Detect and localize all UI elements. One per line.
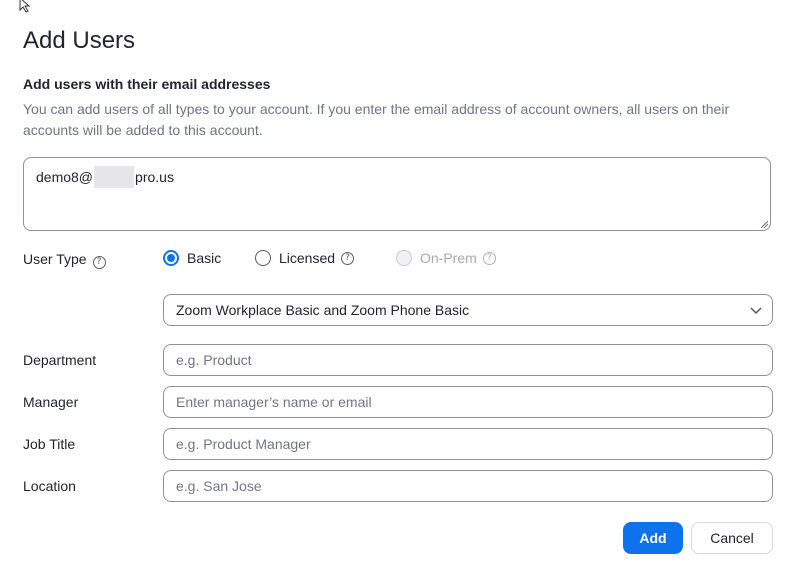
email-value-prefix: demo8@ bbox=[36, 169, 94, 185]
mouse-pointer-icon bbox=[19, 0, 31, 13]
email-value-suffix: pro.us bbox=[135, 169, 174, 185]
question-circle-icon[interactable]: ? bbox=[482, 251, 496, 265]
manager-label: Manager bbox=[23, 394, 79, 410]
question-circle-icon[interactable]: ? bbox=[341, 251, 355, 265]
plan-select[interactable]: Zoom Workplace Basic and Zoom Phone Basi… bbox=[163, 294, 773, 326]
radio-licensed-control[interactable] bbox=[255, 250, 271, 266]
user-type-label: User Type bbox=[23, 251, 87, 267]
radio-onprem: On-Prem ? bbox=[396, 250, 496, 266]
location-input[interactable] bbox=[163, 470, 773, 502]
redacted-block bbox=[94, 166, 135, 188]
chevron-down-icon bbox=[750, 307, 762, 315]
plan-select-value: Zoom Workplace Basic and Zoom Phone Basi… bbox=[176, 302, 470, 318]
add-button[interactable]: Add bbox=[623, 522, 683, 554]
dialog-description: You can add users of all types to your a… bbox=[23, 101, 730, 138]
dialog-title: Add Users bbox=[23, 27, 136, 54]
radio-basic[interactable]: Basic bbox=[163, 250, 221, 266]
resize-handle-icon[interactable] bbox=[760, 220, 768, 228]
radio-onprem-label: On-Prem bbox=[420, 250, 477, 266]
radio-onprem-control bbox=[396, 250, 412, 266]
department-input[interactable] bbox=[163, 344, 773, 376]
radio-basic-control[interactable] bbox=[163, 250, 179, 266]
radio-licensed[interactable]: Licensed ? bbox=[255, 250, 355, 266]
radio-basic-label: Basic bbox=[187, 250, 222, 266]
job-title-label: Job Title bbox=[23, 436, 76, 452]
cancel-button[interactable]: Cancel bbox=[691, 522, 773, 554]
location-label: Location bbox=[23, 478, 76, 494]
manager-input[interactable] bbox=[163, 386, 773, 418]
radio-licensed-label: Licensed bbox=[279, 250, 336, 266]
dialog-subheading: Add users with their email addresses bbox=[23, 76, 271, 92]
email-input[interactable]: demo8@ pro.us bbox=[23, 157, 771, 231]
question-circle-icon[interactable]: ? bbox=[92, 256, 106, 269]
user-type-label-wrap: User Type? bbox=[23, 251, 106, 269]
department-label: Department bbox=[23, 352, 97, 368]
job-title-input[interactable] bbox=[163, 428, 773, 460]
